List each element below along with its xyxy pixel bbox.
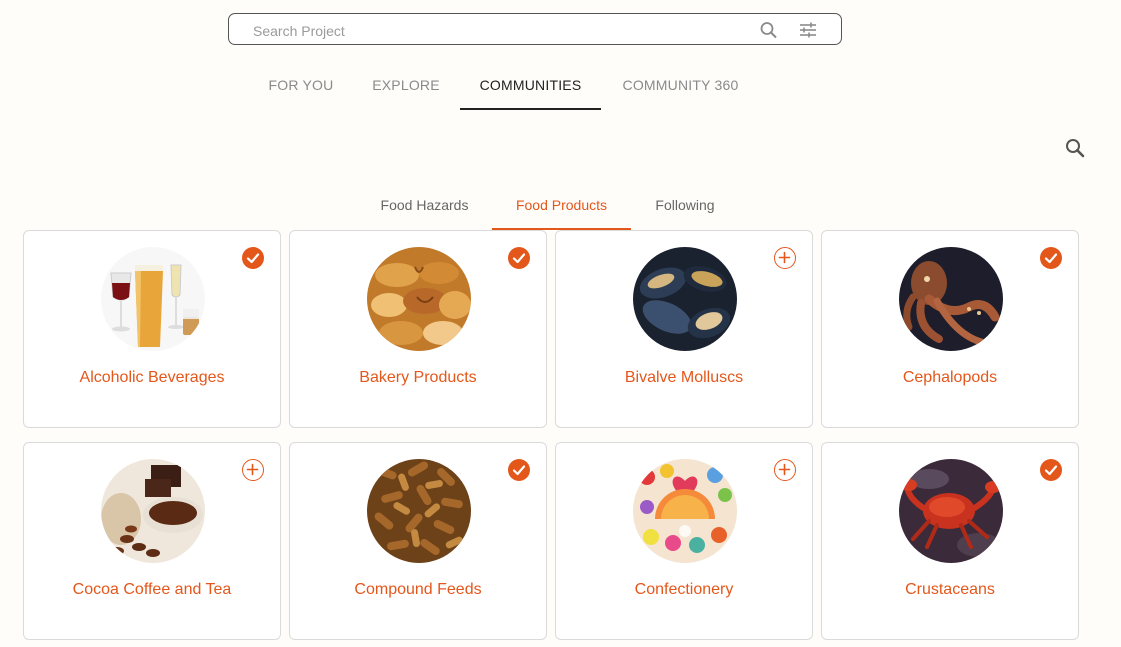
community-name: Compound Feeds xyxy=(354,581,482,598)
community-card-confectionery[interactable]: Confectionery xyxy=(555,442,813,640)
tab-community-360[interactable]: COMMUNITY 360 xyxy=(612,66,749,110)
search-icon[interactable] xyxy=(759,21,779,39)
community-name: Alcoholic Beverages xyxy=(79,369,225,386)
community-card-crustaceans[interactable]: Crustaceans xyxy=(821,442,1079,640)
community-name: Bakery Products xyxy=(359,369,477,386)
plus-icon xyxy=(778,251,791,264)
follow-toggle[interactable] xyxy=(774,459,796,481)
tab-for-you[interactable]: FOR YOU xyxy=(258,66,344,110)
alcoholic-beverages-image xyxy=(101,247,205,351)
cephalopods-image xyxy=(899,247,1003,351)
follow-toggle[interactable] xyxy=(1040,459,1062,481)
follow-toggle[interactable] xyxy=(242,459,264,481)
crustaceans-image xyxy=(899,459,1003,563)
community-name: Confectionery xyxy=(634,581,734,598)
checkmark-icon xyxy=(512,465,526,476)
project-search-bar xyxy=(228,13,842,45)
tab-explore[interactable]: EXPLORE xyxy=(362,66,450,110)
plus-icon xyxy=(246,463,259,476)
community-card-alcoholic-beverages[interactable]: Alcoholic Beverages xyxy=(23,230,281,428)
community-name: Cocoa Coffee and Tea xyxy=(72,581,232,598)
bakery-products-image xyxy=(367,247,471,351)
community-card-cocoa-coffee-and-tea[interactable]: Cocoa Coffee and Tea xyxy=(23,442,281,640)
follow-toggle[interactable] xyxy=(508,247,530,269)
tab-food-products[interactable]: Food Products xyxy=(492,188,631,230)
project-search-input[interactable] xyxy=(251,20,735,42)
compound-feeds-image xyxy=(367,459,471,563)
checkmark-icon xyxy=(1044,253,1058,264)
tab-following[interactable]: Following xyxy=(640,188,730,230)
community-card-bivalve-molluscs[interactable]: Bivalve Molluscs xyxy=(555,230,813,428)
follow-toggle[interactable] xyxy=(508,459,530,481)
tab-communities[interactable]: COMMUNITIES xyxy=(460,66,601,110)
communities-search-icon[interactable] xyxy=(1064,137,1086,159)
tab-food-hazards[interactable]: Food Hazards xyxy=(366,188,483,230)
community-name: Bivalve Molluscs xyxy=(624,369,744,386)
community-category-tabs: Food Hazards Food Products Following xyxy=(0,188,1121,230)
checkmark-icon xyxy=(512,253,526,264)
plus-icon xyxy=(778,463,791,476)
follow-toggle[interactable] xyxy=(1040,247,1062,269)
follow-toggle[interactable] xyxy=(774,247,796,269)
community-card-cephalopods[interactable]: Cephalopods xyxy=(821,230,1079,428)
filter-sliders-icon[interactable] xyxy=(798,21,818,39)
cocoa-coffee-and-tea-image xyxy=(101,459,205,563)
community-name: Cephalopods xyxy=(902,369,998,386)
community-card-compound-feeds[interactable]: Compound Feeds xyxy=(289,442,547,640)
checkmark-icon xyxy=(246,253,260,264)
confectionery-image xyxy=(633,459,737,563)
checkmark-icon xyxy=(1044,465,1058,476)
follow-toggle[interactable] xyxy=(242,247,264,269)
bivalve-molluscs-image xyxy=(633,247,737,351)
community-card-bakery-products[interactable]: Bakery Products xyxy=(289,230,547,428)
main-tabs: FOR YOU EXPLORE COMMUNITIES COMMUNITY 36… xyxy=(0,66,1121,110)
community-name: Crustaceans xyxy=(905,581,995,598)
